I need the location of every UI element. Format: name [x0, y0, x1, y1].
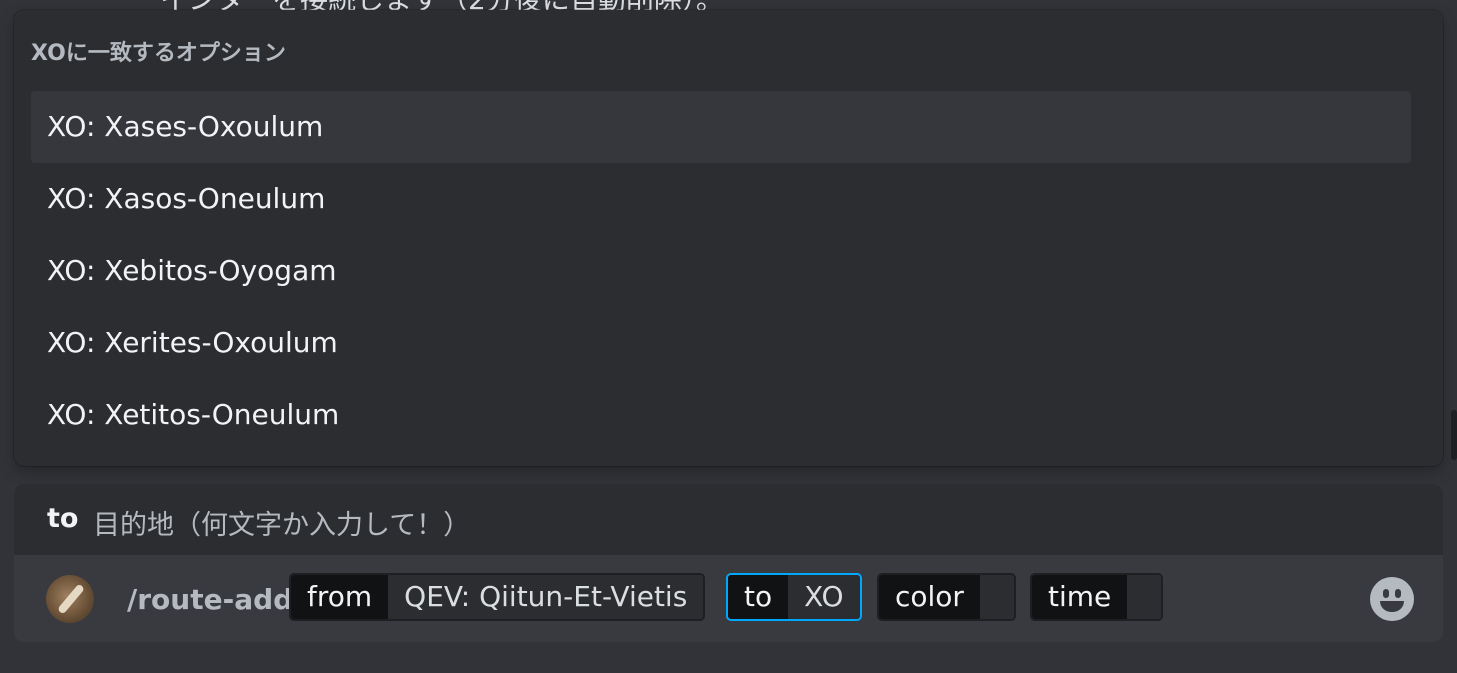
scrollbar-thumb[interactable] [1451, 410, 1457, 460]
option-value-from[interactable]: QEV: Qiitun-Et-Vietis [388, 575, 704, 619]
option-value-color[interactable] [979, 575, 1014, 619]
command-option-time[interactable]: time [1030, 573, 1164, 621]
autocomplete-option[interactable]: XO: Xasos-Oneulum [31, 163, 1411, 235]
autocomplete-option[interactable]: XO: Xetitos-Oneulum [31, 379, 1411, 451]
message-composer: to 目的地（何文字か入力して！） /route-add from QEV: Q… [14, 484, 1443, 642]
option-value-time[interactable] [1127, 575, 1162, 619]
option-name-time: time [1032, 575, 1128, 619]
slash-command-name: /route-add [127, 583, 294, 616]
autocomplete-header: XOに一致するオプション [31, 41, 286, 66]
option-hint-bar: to 目的地（何文字か入力して！） [14, 484, 1443, 555]
autocomplete-option[interactable]: XO: Xases-Oxoulum [31, 91, 1411, 163]
option-hint-description: 目的地（何文字か入力して！） [93, 510, 471, 541]
command-option-from[interactable]: from QEV: Qiitun-Et-Vietis [289, 573, 706, 621]
autocomplete-option[interactable]: XO: Xerites-Oxoulum [31, 307, 1411, 379]
command-option-color[interactable]: color [877, 573, 1016, 621]
smile-emoji-icon[interactable] [1370, 577, 1414, 621]
option-value-to[interactable]: XO [788, 575, 860, 619]
autocomplete-options-list: XO: Xases-Oxoulum XO: Xasos-Oneulum XO: … [31, 91, 1411, 451]
option-hint-name: to [47, 503, 79, 534]
autocomplete-popup: XOに一致するオプション XO: Xases-Oxoulum XO: Xasos… [14, 10, 1443, 466]
user-avatar[interactable] [46, 575, 94, 623]
option-name-from: from [291, 575, 389, 619]
command-option-to[interactable]: to XO [726, 573, 862, 621]
autocomplete-option[interactable]: XO: Xebitos-Oyogam [31, 235, 1411, 307]
option-name-to: to [728, 575, 789, 619]
option-name-color: color [879, 575, 980, 619]
